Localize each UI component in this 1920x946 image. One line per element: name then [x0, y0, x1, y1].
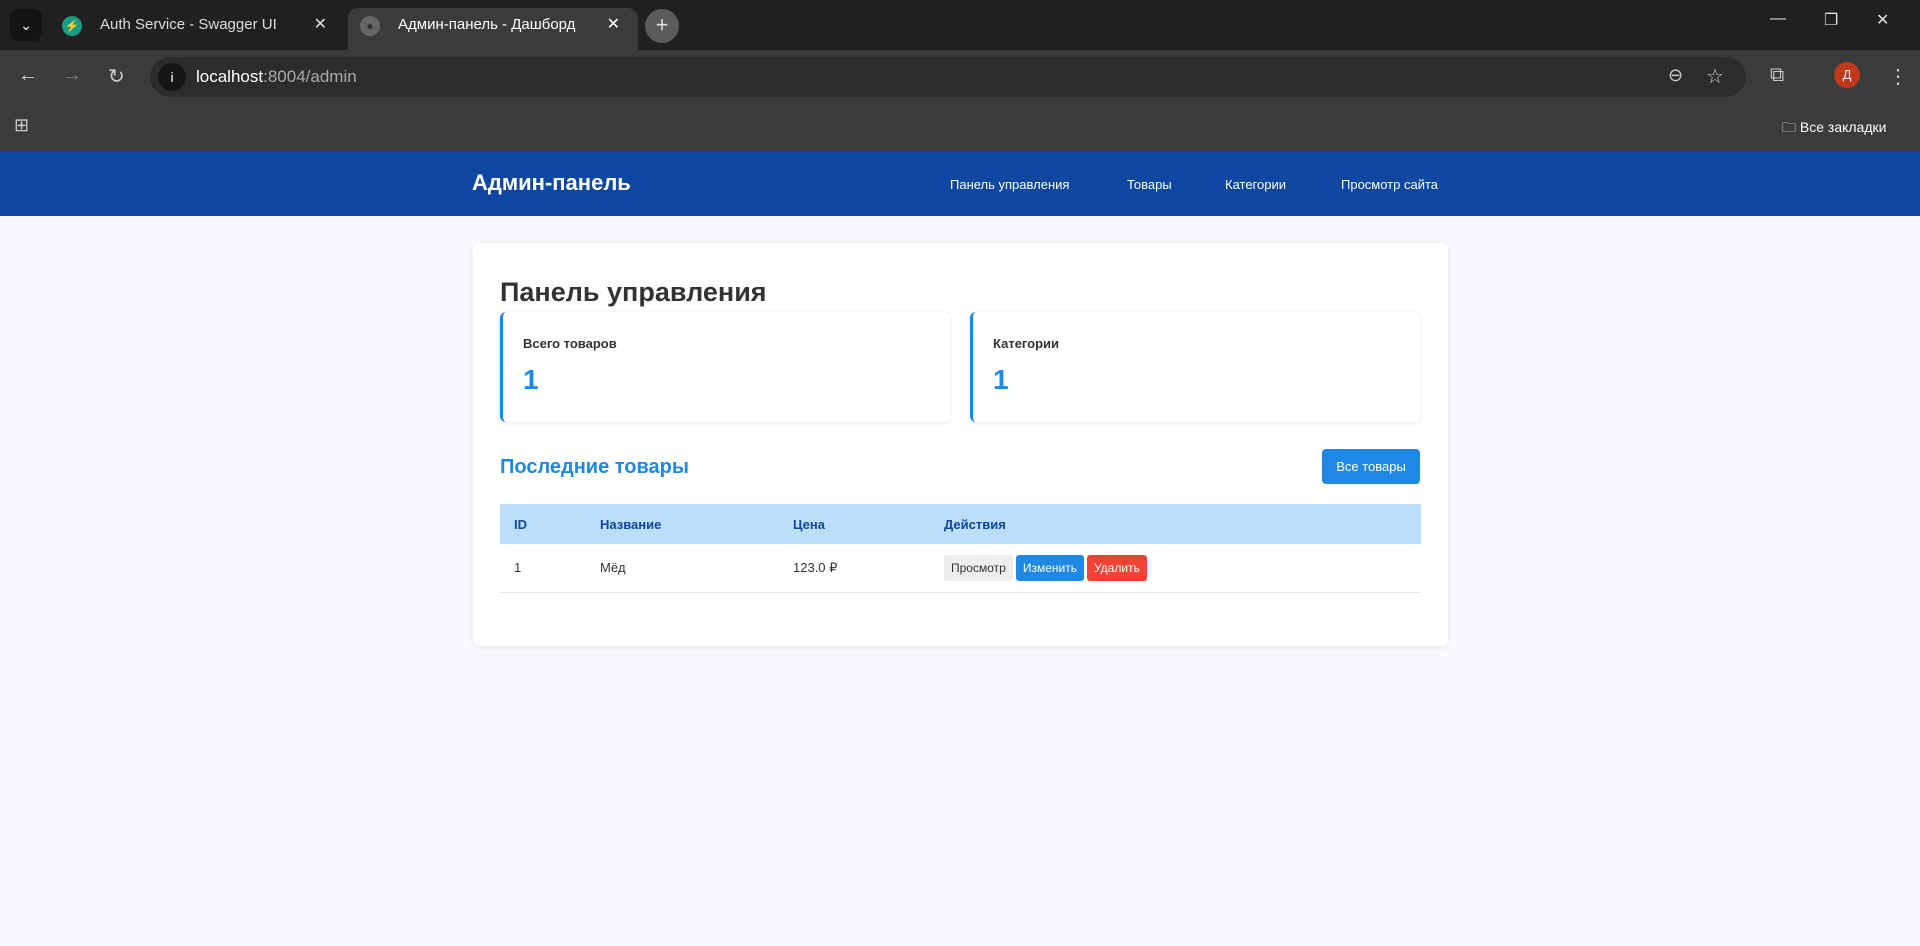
restore-icon[interactable]: ❐ — [1824, 10, 1838, 30]
page-title: Панель управления — [500, 277, 767, 307]
stat-value: 1 — [523, 364, 539, 395]
col-name: Название — [586, 504, 779, 544]
stat-label: Категории — [993, 336, 1060, 351]
browser-toolbar: ← → ↻ i localhost:8004/admin ⊖ ☆ ⧉ Д ⋮ — [0, 50, 1920, 103]
col-price: Цена — [779, 504, 930, 544]
globe-icon: ● — [360, 16, 380, 36]
stat-categories: Категории 1 — [970, 312, 1420, 422]
all-products-button[interactable]: Все товары — [1322, 449, 1420, 484]
cell-actions: Просмотр Изменить Удалить — [930, 544, 1421, 593]
brand[interactable]: Админ-панель — [472, 170, 631, 196]
tab-admin[interactable]: ● Админ-панель - Дашборд ✕ — [348, 8, 638, 50]
cell-name: Мёд — [586, 544, 779, 593]
cell-id: 1 — [500, 544, 586, 593]
swagger-icon: ⚡ — [62, 16, 82, 36]
star-icon[interactable]: ☆ — [1706, 64, 1724, 89]
recent-title: Последние товары — [500, 456, 689, 478]
col-actions: Действия — [930, 504, 1421, 544]
apps-icon[interactable]: ⊞ — [14, 115, 29, 136]
back-icon[interactable]: ← — [18, 64, 38, 87]
folder-icon: 🗀 — [1782, 119, 1800, 135]
close-tab-icon[interactable]: ✕ — [314, 8, 327, 42]
edit-button[interactable]: Изменить — [1015, 554, 1084, 581]
new-tab-button[interactable]: + — [645, 9, 679, 43]
products-table: ID Название Цена Действия 1 Мёд 123.0 ₽ … — [500, 504, 1421, 593]
close-window-icon[interactable]: ✕ — [1876, 10, 1889, 30]
nav-categories[interactable]: Категории — [1225, 177, 1286, 192]
col-id: ID — [500, 504, 586, 544]
reload-icon[interactable]: ↻ — [108, 64, 125, 89]
nav-view-site[interactable]: Просмотр сайта — [1341, 177, 1438, 192]
tab-bar: ⌄ ⚡ Auth Service - Swagger UI ✕ ● Админ-… — [0, 0, 1920, 50]
cell-price: 123.0 ₽ — [779, 544, 930, 593]
delete-button[interactable]: Удалить — [1086, 554, 1147, 581]
url-text[interactable]: localhost:8004/admin — [196, 67, 357, 87]
address-bar[interactable]: i localhost:8004/admin ⊖ ☆ — [150, 57, 1746, 97]
menu-icon[interactable]: ⋮ — [1888, 64, 1908, 89]
nav-dashboard[interactable]: Панель управления — [950, 177, 1069, 192]
navbar: Админ-панель Панель управления Товары Ка… — [0, 151, 1920, 216]
minimize-icon[interactable]: — — [1770, 10, 1786, 28]
info-icon[interactable]: i — [158, 63, 186, 91]
all-bookmarks[interactable]: 🗀 Все закладки — [1782, 117, 1886, 141]
view-button[interactable]: Просмотр — [944, 554, 1013, 581]
dashboard-card: Панель управления Всего товаров 1 Катего… — [473, 243, 1448, 646]
nav-products[interactable]: Товары — [1127, 177, 1172, 192]
extensions-icon[interactable]: ⧉ — [1770, 64, 1784, 87]
tab-swagger[interactable]: ⚡ Auth Service - Swagger UI ✕ — [50, 8, 345, 50]
zoom-icon[interactable]: ⊖ — [1668, 65, 1683, 86]
forward-icon[interactable]: → — [62, 64, 82, 87]
tab-search-button[interactable]: ⌄ — [10, 9, 42, 41]
bookmarks-bar: ⊞ 🗀 Все закладки — [0, 103, 1920, 151]
stat-value: 1 — [993, 364, 1009, 395]
tab-title: Админ-панель - Дашборд — [398, 16, 576, 33]
tab-title: Auth Service - Swagger UI — [100, 16, 277, 33]
close-tab-icon[interactable]: ✕ — [607, 8, 620, 42]
stat-products: Всего товаров 1 — [500, 312, 950, 422]
table-row: 1 Мёд 123.0 ₽ Просмотр Изменить Удалить — [500, 544, 1421, 593]
stat-label: Всего товаров — [523, 336, 617, 351]
avatar[interactable]: Д — [1834, 62, 1860, 88]
